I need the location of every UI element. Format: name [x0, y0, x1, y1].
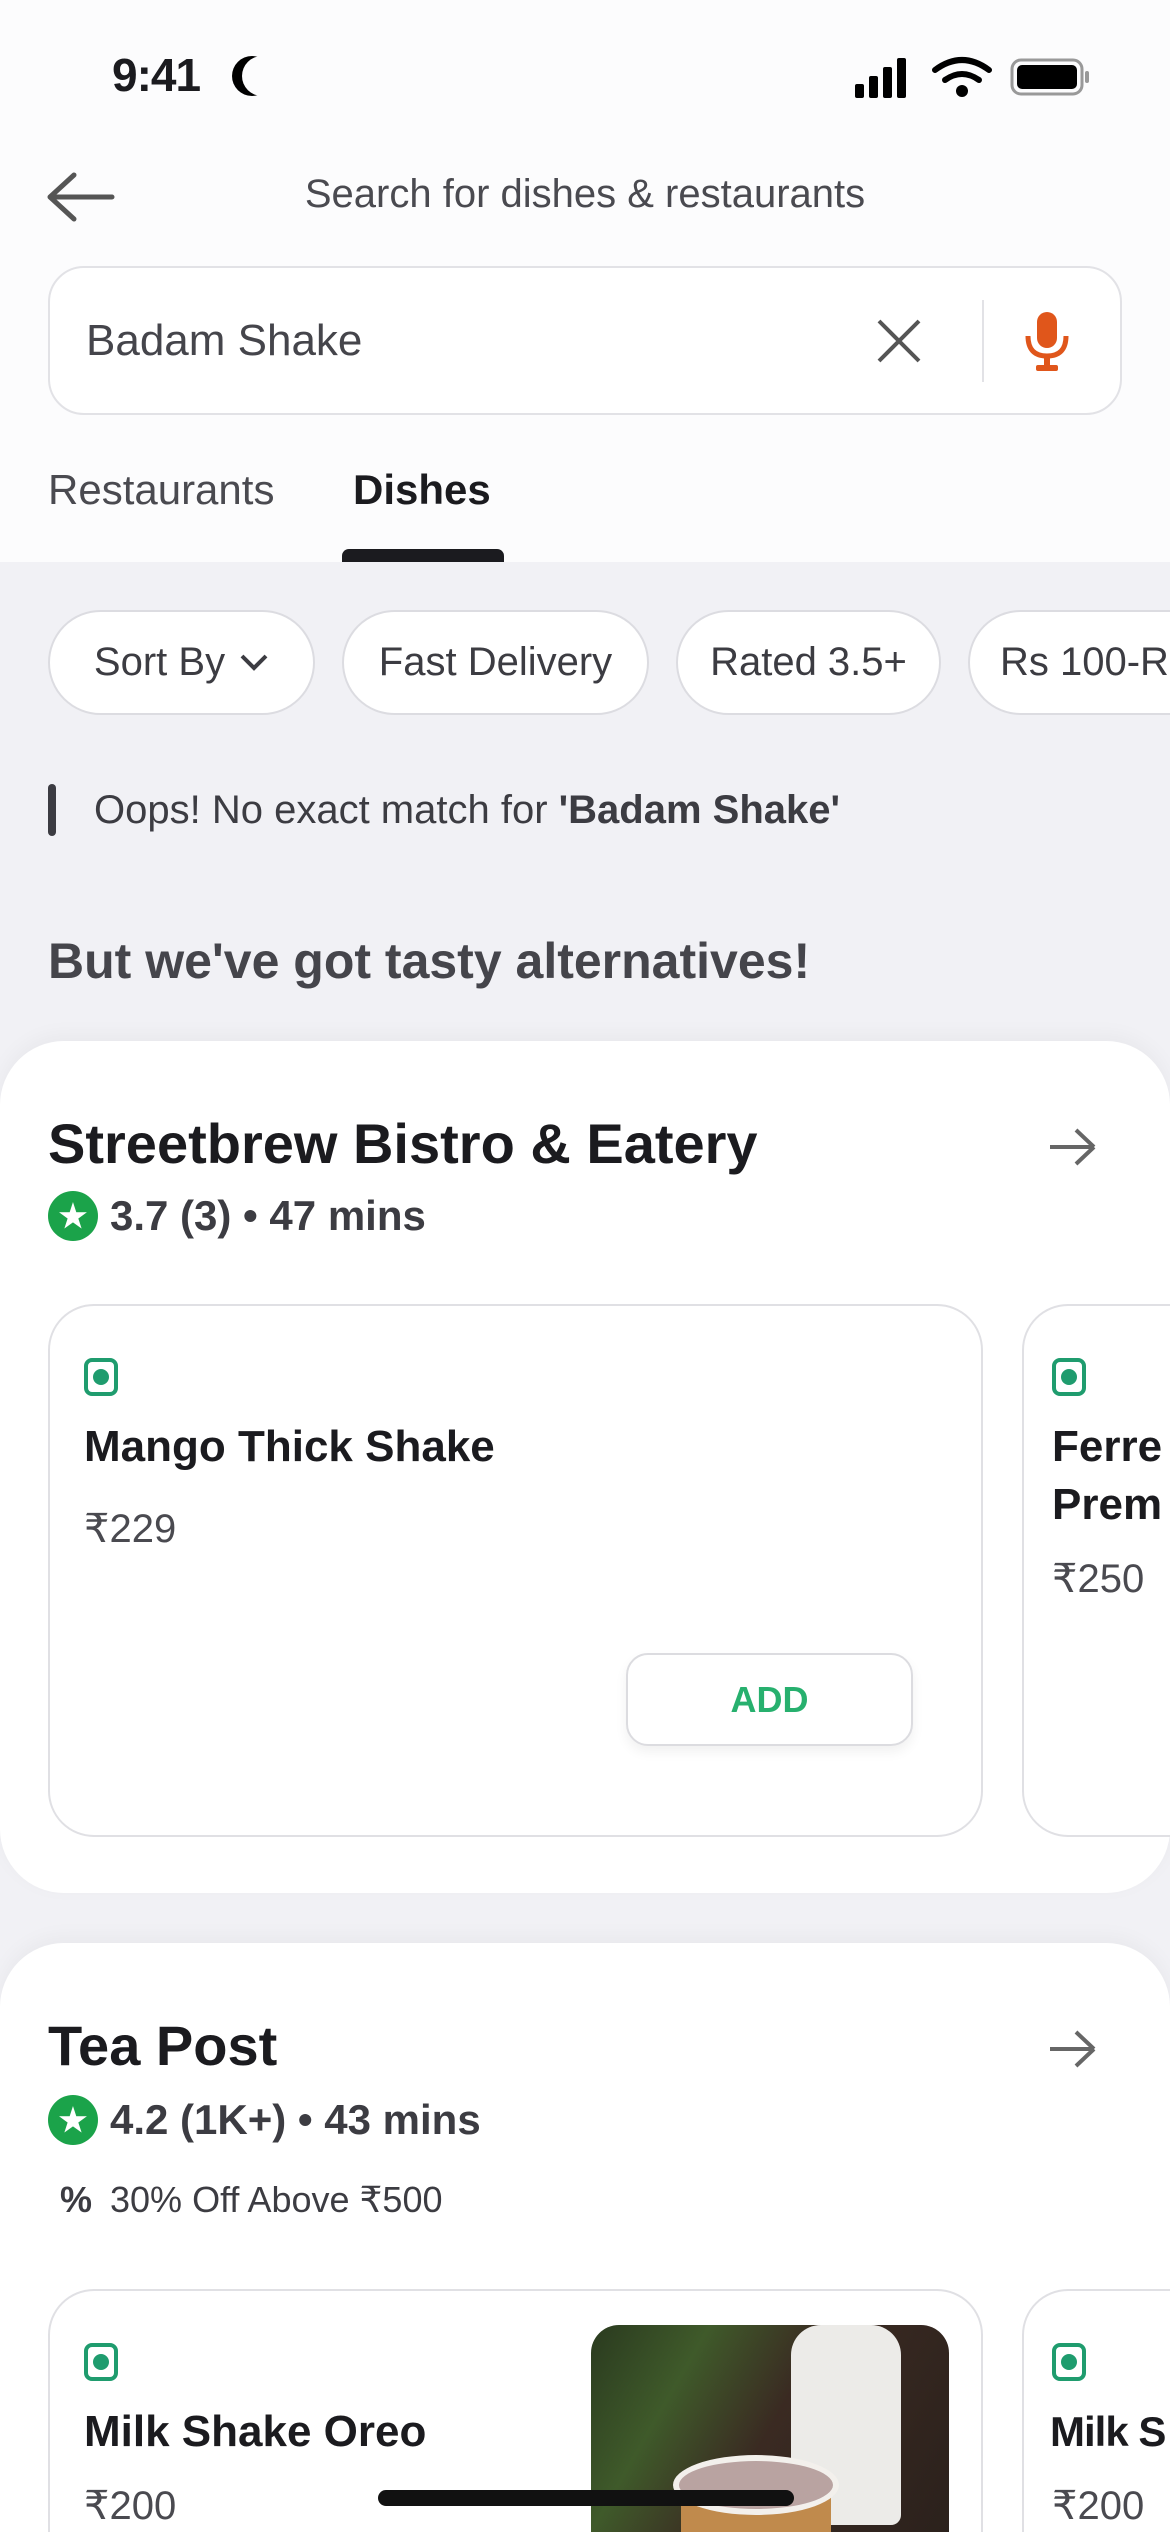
restaurant-name: Streetbrew Bistro & Eatery	[48, 1112, 758, 1175]
moon-icon	[242, 56, 282, 96]
tab-indicator	[342, 549, 504, 562]
dish-name: Mango Thick Shake	[84, 1422, 495, 1471]
veg-icon	[1052, 2343, 1086, 2381]
tab-dishes[interactable]: Dishes	[353, 466, 491, 514]
status-icons	[855, 57, 1089, 98]
star-icon: ★	[48, 2095, 98, 2145]
restaurant-card[interactable]: Tea Post ★ 4.2 (1K+) • 43 mins % 30% Off A…	[0, 1943, 1170, 2532]
dish-name: Ferre Prem	[1052, 1422, 1163, 1529]
filter-rated[interactable]: Rated 3.5+	[676, 610, 941, 715]
dish-price: ₹200	[1052, 2484, 1145, 2528]
page-title: Search for dishes & restaurants	[304, 172, 866, 216]
offer: % 30% Off Above ₹500	[60, 2179, 443, 2220]
home-indicator[interactable]	[378, 2490, 794, 2506]
section-title: But we've got tasty alternatives!	[48, 933, 811, 989]
dish-name: Milk S	[1050, 2408, 1166, 2455]
arrow-right-icon[interactable]	[1048, 2029, 1098, 2069]
star-icon: ★	[48, 1191, 98, 1241]
veg-icon	[84, 1358, 118, 1396]
mic-icon[interactable]	[1022, 310, 1072, 374]
dish-price: ₹200	[84, 2484, 177, 2528]
divider	[982, 300, 984, 382]
restaurant-rating: ★ 3.7 (3) • 47 mins	[48, 1191, 426, 1241]
restaurant-card[interactable]: Streetbrew Bistro & Eatery ★ 3.7 (3) • 47…	[0, 1041, 1170, 1893]
filter-sort-by[interactable]: Sort By	[48, 610, 315, 715]
status-time: 9:41	[112, 49, 201, 101]
search-input[interactable]	[86, 308, 866, 374]
filter-fast-delivery[interactable]: Fast Delivery	[342, 610, 649, 715]
veg-icon	[1052, 1358, 1086, 1396]
veg-icon	[84, 2343, 118, 2381]
dish-price: ₹229	[84, 1507, 177, 1551]
dish-card[interactable]: Ferre Prem ₹250	[1022, 1304, 1170, 1837]
arrow-right-icon[interactable]	[1048, 1127, 1098, 1167]
tab-restaurants[interactable]: Restaurants	[48, 466, 274, 514]
percent-icon: %	[60, 2179, 93, 2220]
dish-name: Milk Shake Oreo	[84, 2407, 427, 2456]
battery-icon	[1010, 58, 1089, 96]
filter-price[interactable]: Rs 100-R	[968, 610, 1170, 715]
search-box[interactable]	[48, 266, 1122, 415]
dish-card[interactable]: Milk S ₹200	[1022, 2289, 1170, 2532]
signal-icon	[855, 58, 906, 98]
chevron-down-icon	[240, 654, 268, 671]
wifi-icon	[932, 57, 992, 83]
dish-card[interactable]: Mango Thick Shake ₹229 ADD	[48, 1304, 983, 1837]
restaurant-rating: ★ 4.2 (1K+) • 43 mins	[48, 2095, 481, 2145]
notice-bar	[48, 784, 56, 836]
no-match-notice: Oops! No exact match for 'Badam Shake'	[94, 788, 841, 832]
clear-icon[interactable]	[876, 318, 922, 364]
dish-price: ₹250	[1052, 1557, 1145, 1601]
restaurant-name: Tea Post	[48, 2014, 278, 2077]
add-button[interactable]: ADD	[626, 1653, 913, 1746]
